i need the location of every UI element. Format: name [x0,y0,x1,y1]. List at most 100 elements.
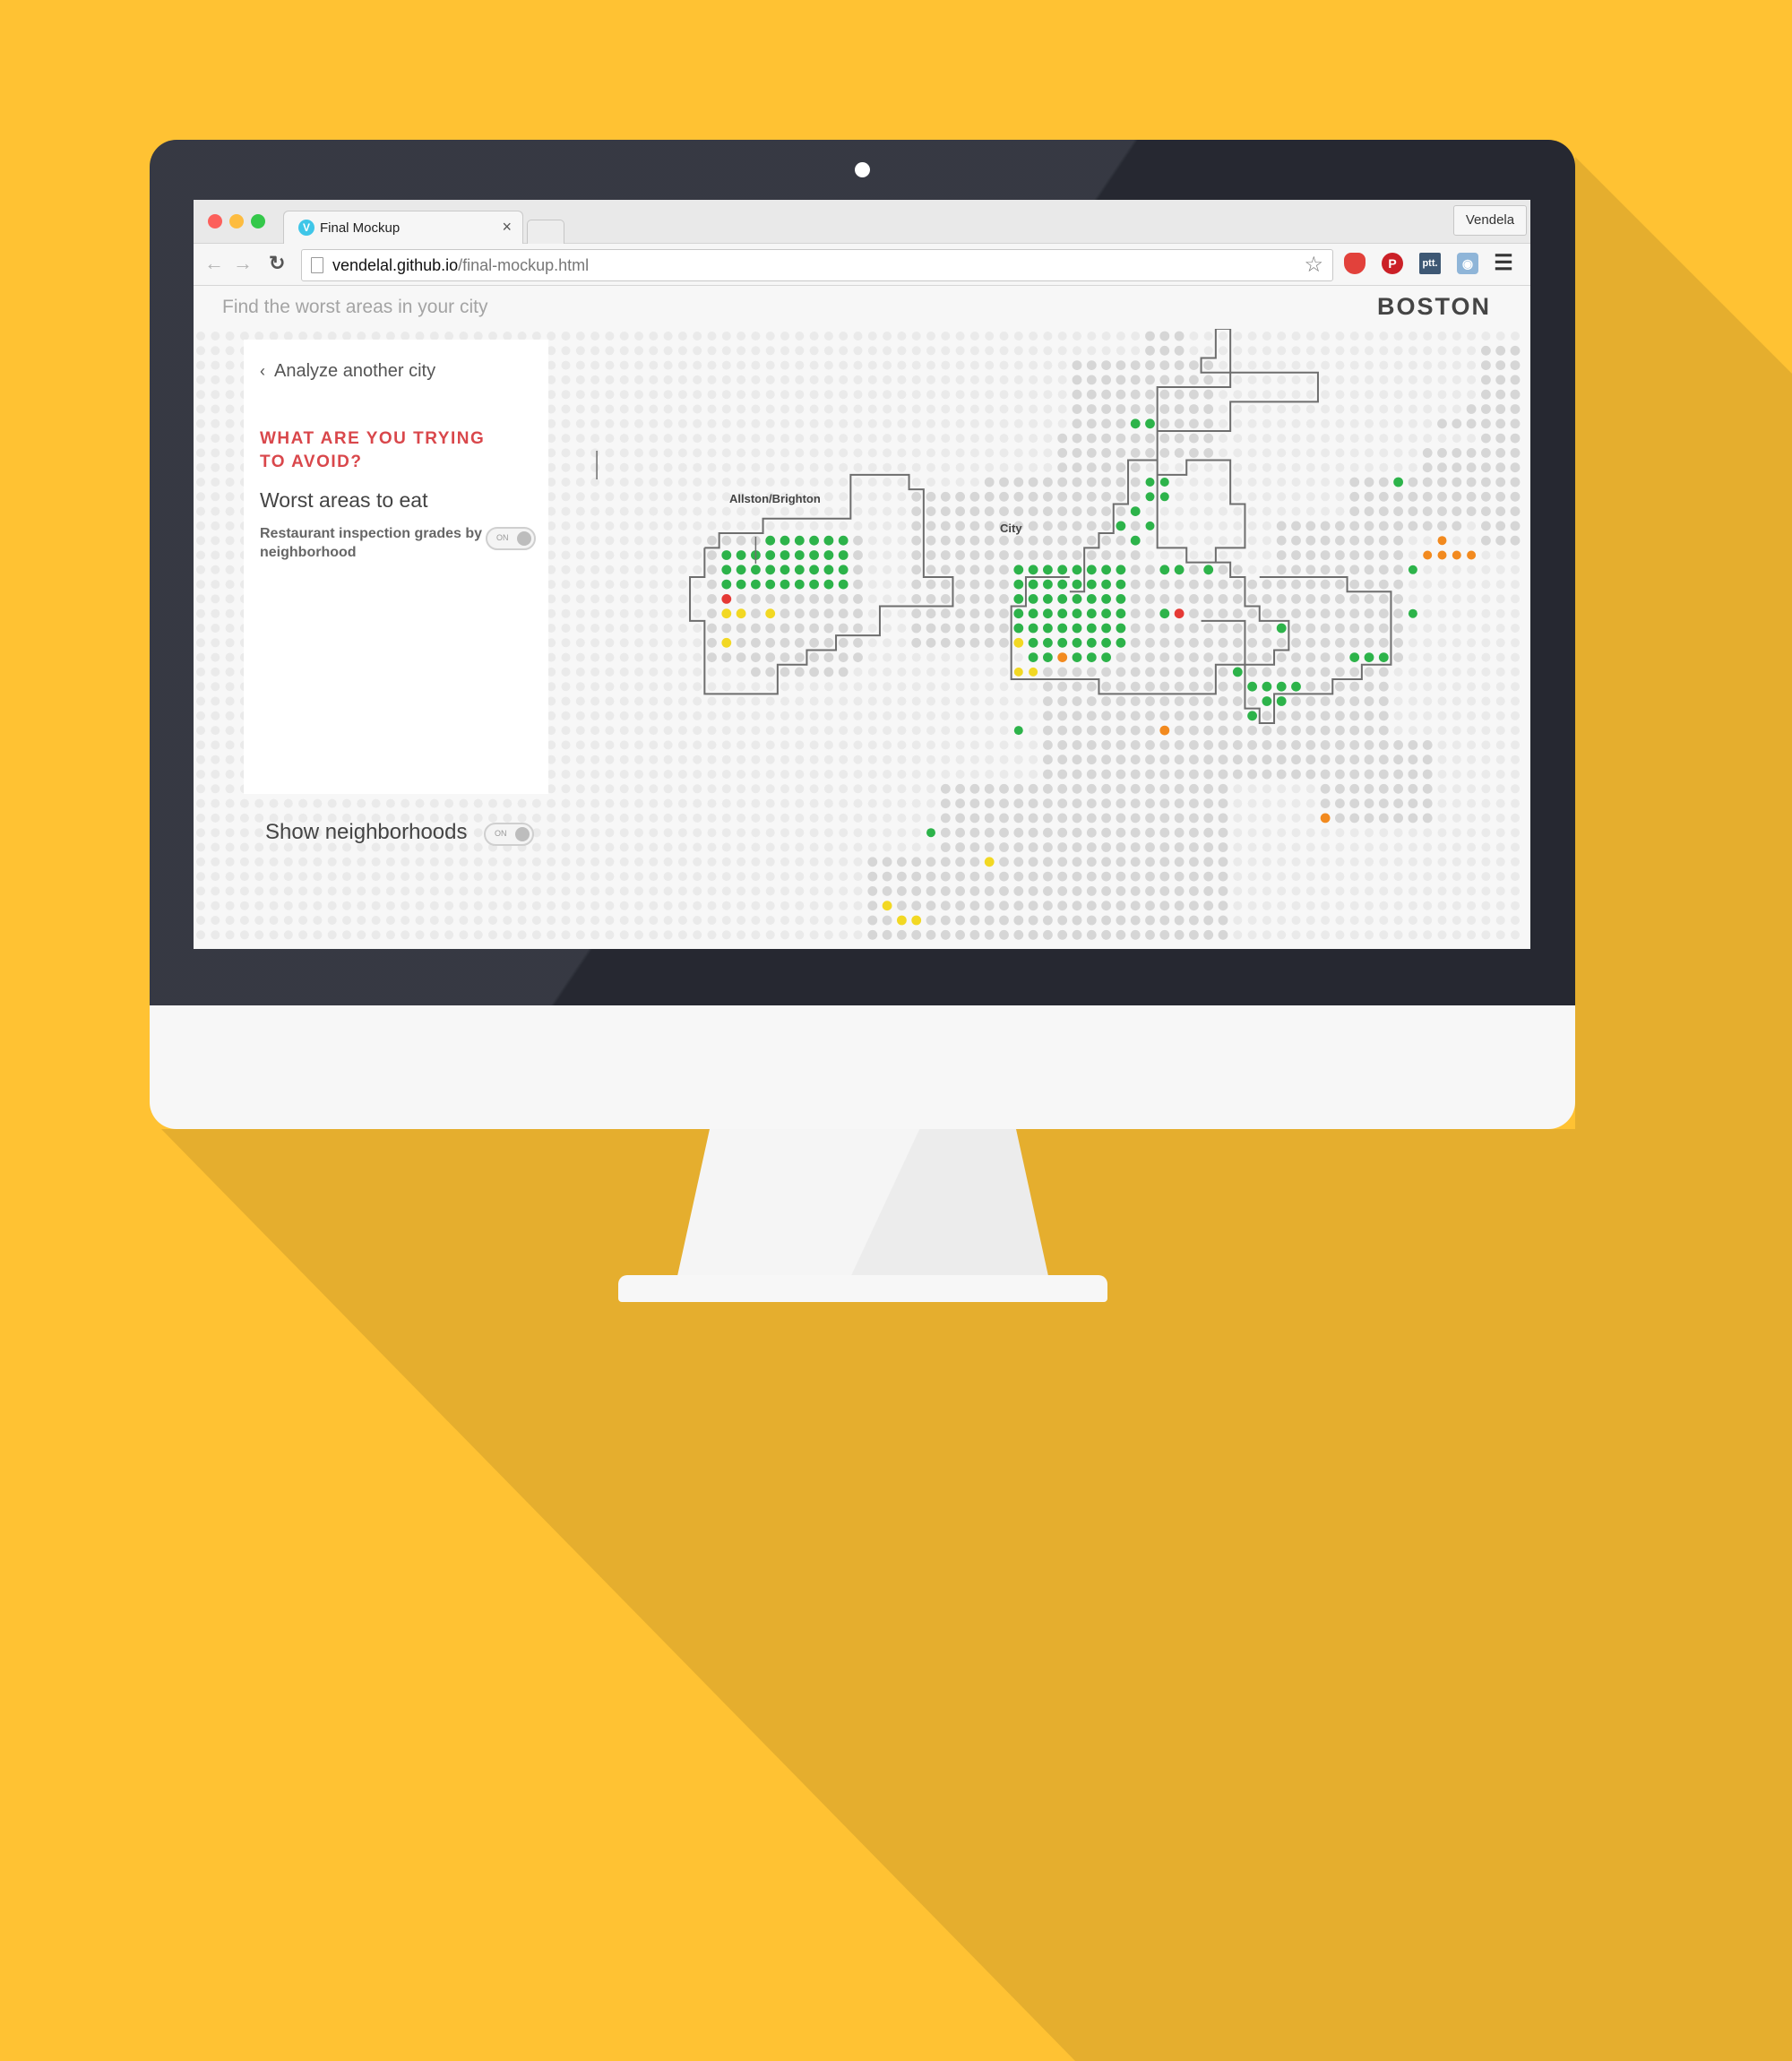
background-dot [1511,886,1520,896]
background-dot [1029,462,1038,472]
background-dot [1013,418,1023,428]
land-dot [1086,521,1097,531]
new-tab-button[interactable] [527,220,564,244]
background-dot [839,404,849,414]
background-dot [590,682,600,692]
analyze-another-city-link[interactable]: ‹ Analyze another city [260,361,435,382]
land-dot [853,652,863,662]
land-dot [1013,886,1024,896]
background-dot [254,901,264,910]
background-dot [1219,448,1228,458]
background-dot [999,434,1009,444]
background-dot [663,434,673,444]
background-dot [561,375,571,384]
ptt-icon[interactable]: ptt. [1419,253,1441,274]
back-arrow-icon[interactable]: ← [204,252,224,275]
background-dot [590,346,600,356]
background-dot [1467,346,1477,356]
background-dot [823,521,833,530]
background-dot [590,390,600,400]
land-dot [1174,345,1185,356]
address-bar[interactable]: vendelal.github.io/final-mockup.html ☆ [301,249,1333,281]
land-dot [780,608,790,619]
worst-areas-toggle[interactable]: ON [486,527,536,550]
background-dot [1189,521,1199,530]
background-dot [897,434,907,444]
land-dot [1057,901,1068,911]
background-dot [677,652,687,662]
background-dot [649,418,659,428]
background-dot [1043,404,1053,414]
pinterest-icon[interactable]: P [1382,253,1403,274]
background-dot [985,682,995,692]
background-dot [283,857,293,867]
land-dot [1262,755,1272,765]
land-dot [1218,857,1228,867]
background-dot [1291,434,1301,444]
background-dot [1452,667,1461,677]
background-dot [883,360,892,370]
background-dot [1247,857,1257,867]
background-dot [867,565,877,574]
background-dot [1233,828,1243,838]
background-dot [575,360,585,370]
grade-dot [1043,652,1053,662]
land-dot [1422,783,1433,794]
background-dot [575,740,585,750]
background-dot [809,901,819,910]
land-dot [1028,929,1038,940]
background-dot [1262,565,1271,574]
background-dot [605,404,615,414]
land-dot [838,608,849,619]
background-dot [677,813,687,823]
background-dot [853,726,863,736]
background-dot [401,798,410,808]
camera-extension-icon[interactable]: ◉ [1457,253,1478,274]
background-dot [1057,360,1067,370]
background-dot [1379,360,1389,370]
minimize-window-button[interactable] [229,214,244,229]
bookmark-star-icon[interactable]: ☆ [1304,252,1323,278]
background-dot [211,696,220,706]
grade-dot [1057,608,1068,619]
background-dot [1305,404,1315,414]
background-dot [1511,813,1520,823]
background-dot [605,580,615,590]
show-neighborhoods-toggle[interactable]: ON [484,823,534,846]
background-dot [619,375,629,384]
background-dot [1262,901,1271,910]
maximize-window-button[interactable] [251,214,265,229]
tab-close-icon[interactable]: × [502,218,512,237]
tab-final-mockup[interactable]: V Final Mockup × [283,211,523,244]
background-dot [780,360,789,370]
menu-icon[interactable]: ☰ [1493,253,1514,274]
grade-dot [794,535,805,546]
background-dot [211,770,220,779]
grade-dot [1086,637,1097,648]
adblock-shield-icon[interactable] [1344,253,1366,274]
land-dot [1043,915,1053,926]
land-dot [1364,725,1374,736]
background-dot [1013,711,1023,720]
land-dot [1495,418,1506,429]
land-dot [1145,681,1155,692]
background-dot [1305,506,1315,516]
background-dot [619,755,629,764]
background-dot [619,930,629,940]
background-dot [1481,828,1491,838]
close-window-button[interactable] [208,214,222,229]
background-dot [693,375,702,384]
forward-arrow-icon[interactable]: → [233,252,253,275]
background-dot [721,434,731,444]
land-dot [1057,857,1068,867]
background-dot [590,624,600,633]
reload-icon[interactable]: ↻ [269,252,285,275]
land-dot [999,798,1009,808]
background-dot [1335,346,1345,356]
background-dot [590,828,600,838]
profile-button[interactable]: Vendela [1453,205,1527,236]
land-dot [1335,740,1345,750]
land-dot [1218,813,1228,824]
background-dot [313,901,323,910]
background-dot [969,770,979,779]
